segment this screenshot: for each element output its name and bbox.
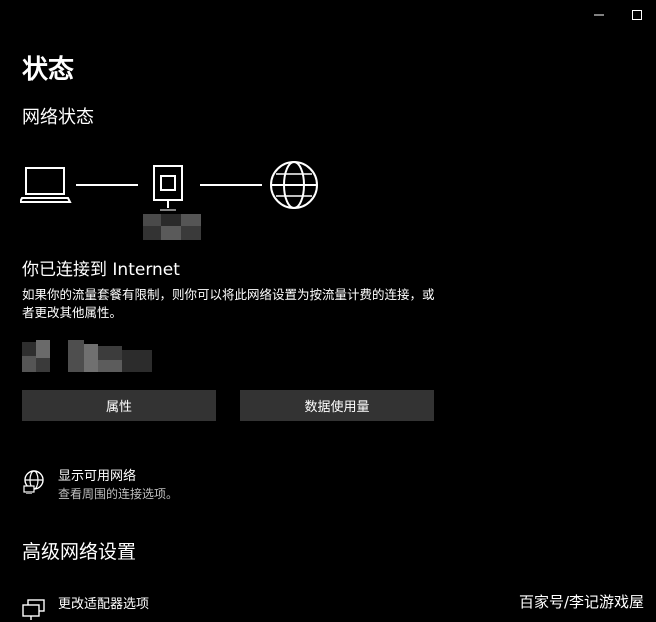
- change-adapter-options-label: 更改适配器选项: [58, 597, 150, 612]
- minimize-button[interactable]: [580, 0, 618, 30]
- adapter-icon: [22, 598, 46, 622]
- data-usage-button[interactable]: 数据使用量: [240, 390, 434, 421]
- properties-button[interactable]: 属性: [22, 390, 216, 421]
- advanced-settings-title: 高级网络设置: [22, 541, 137, 563]
- change-adapter-options-link[interactable]: 更改适配器选项: [22, 596, 149, 622]
- connected-description: 如果你的流量套餐有限制，则你可以将此网络设置为按流量计费的连接，或者更改其他属性…: [22, 287, 435, 320]
- show-available-networks-label: 显示可用网络: [58, 469, 137, 484]
- window-controls: [580, 0, 656, 30]
- minimize-icon: [593, 9, 605, 21]
- laptop-icon: [20, 167, 72, 203]
- connected-heading: 你已连接到 Internet: [22, 260, 180, 280]
- globe-icon: [270, 161, 318, 209]
- change-adapter-options-text: 更改适配器选项: [58, 596, 149, 614]
- page-title: 状态: [22, 55, 75, 85]
- maximize-button[interactable]: [618, 0, 656, 30]
- maximize-icon: [631, 9, 643, 21]
- network-status-title: 网络状态: [22, 107, 94, 128]
- show-available-networks-text: 显示可用网络 查看周围的连接选项。: [58, 468, 178, 503]
- show-available-networks-link[interactable]: 显示可用网络 查看周围的连接选项。: [22, 468, 178, 503]
- globe-network-icon: [22, 470, 46, 494]
- ethernet-icon: [153, 165, 183, 211]
- show-available-networks-sub: 查看周围的连接选项。: [58, 487, 179, 501]
- watermark: 百家号/李记游戏屋: [518, 593, 644, 611]
